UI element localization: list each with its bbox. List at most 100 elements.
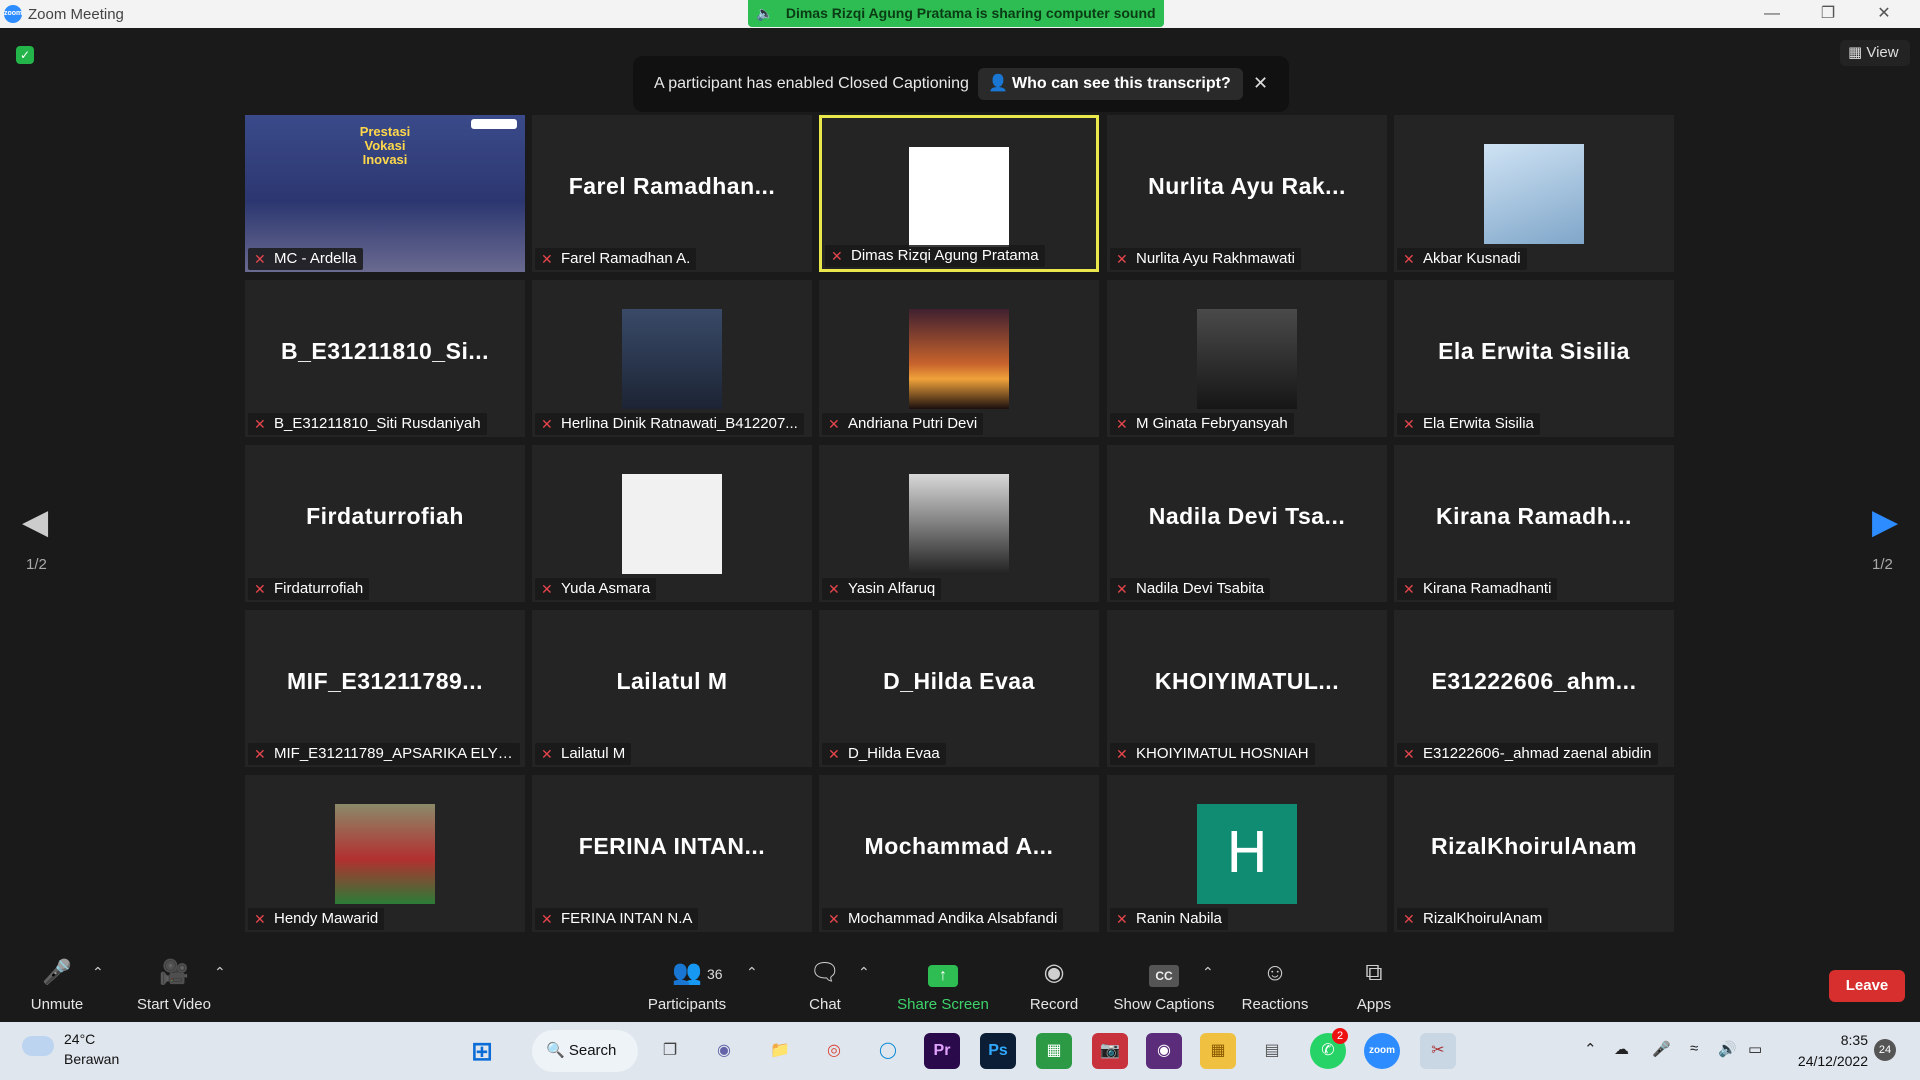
participant-name: Ranin Nabila (1136, 910, 1222, 927)
taskbar-search[interactable]: 🔍 Search (532, 1030, 638, 1072)
participant-tile[interactable]: ✕ Hendy Mawarid (245, 775, 525, 932)
yellow-app-icon[interactable]: ▦ (1200, 1033, 1236, 1069)
view-button[interactable]: ▦ View (1840, 40, 1910, 66)
participant-tile[interactable]: MIF_E31211789... ✕ MIF_E31211789_APSARIKA … (245, 610, 525, 767)
weather-widget[interactable]: 24°C Berawan (64, 1029, 119, 1069)
participant-tile[interactable]: ✕ Yuda Asmara (532, 445, 812, 602)
participant-name: Ela Erwita Sisilia (1423, 415, 1534, 432)
apps-button[interactable]: ⧉ Apps (1354, 958, 1394, 1013)
participant-tile[interactable]: Ela Erwita Sisilia ✕ Ela Erwita Sisilia (1394, 280, 1674, 437)
chat-button[interactable]: 🗨 Chat (800, 958, 850, 1013)
cloud-weather-icon[interactable] (22, 1036, 54, 1056)
participant-tile[interactable]: Nurlita Ayu Rak... ✕ Nurlita Ayu Rakhmawat… (1107, 115, 1387, 272)
participant-tile[interactable]: D_Hilda Evaa ✕ D_Hilda Evaa (819, 610, 1099, 767)
participant-name-label: ✕ Andriana Putri Devi (822, 413, 984, 435)
next-page-arrow-icon[interactable]: ▶ (1872, 502, 1898, 542)
participants-count: 36 (707, 966, 723, 982)
audio-options-chevron-icon[interactable]: ⌃ (92, 964, 104, 981)
participant-display-name: Lailatul M (616, 668, 728, 694)
participant-name: M Ginata Febryansyah (1136, 415, 1288, 432)
chat-chevron-icon[interactable]: ⌃ (858, 964, 870, 981)
participant-name-label: ✕ Herlina Dinik Ratnawati_B412207... (535, 413, 804, 435)
participant-name: Nurlita Ayu Rakhmawati (1136, 250, 1295, 267)
participants-label: Participants (647, 996, 727, 1013)
start-video-button[interactable]: 🎥 Start Video (132, 958, 216, 1013)
participant-display-name: E31222606_ahm... (1431, 668, 1637, 694)
participants-chevron-icon[interactable]: ⌃ (746, 964, 758, 981)
muted-microphone-icon: 🎤 (42, 959, 72, 986)
participant-tile[interactable]: Nadila Devi Tsa... ✕ Nadila Devi Tsabita (1107, 445, 1387, 602)
microphone-tray-icon[interactable]: 🎤 (1652, 1040, 1671, 1058)
caption-notice-message: A participant has enabled Closed Caption… (654, 75, 969, 92)
participant-tile[interactable]: Kirana Ramadh... ✕ Kirana Ramadhanti (1394, 445, 1674, 602)
chrome-icon[interactable]: ◎ (816, 1033, 852, 1069)
share-screen-button[interactable]: ↑ Share Screen (896, 958, 990, 1013)
battery-icon[interactable]: ▭ (1748, 1040, 1762, 1058)
participant-tile[interactable]: FERINA INTAN... ✕ FERINA INTAN N.A (532, 775, 812, 932)
camera-app-icon[interactable]: 📷 (1092, 1033, 1128, 1069)
file-explorer-icon[interactable]: 📁 (762, 1033, 798, 1069)
onedrive-cloud-icon[interactable]: ☁ (1614, 1040, 1629, 1058)
participant-tile[interactable]: Lailatul M ✕ Lailatul M (532, 610, 812, 767)
archive-app-icon[interactable]: ▤ (1254, 1033, 1290, 1069)
participant-name-label: ✕ MIF_E31211789_APSARIKA ELYSI... (248, 743, 520, 765)
video-options-chevron-icon[interactable]: ⌃ (214, 964, 226, 981)
participant-tile[interactable]: Mochammad A... ✕ Mochammad Andika Alsabfan… (819, 775, 1099, 932)
participant-avatar (622, 309, 722, 409)
notification-count-badge[interactable]: 24 (1874, 1039, 1896, 1061)
leave-button[interactable]: Leave (1829, 970, 1905, 1002)
task-view-icon[interactable]: ❐ (652, 1033, 688, 1069)
muted-mic-icon: ✕ (1116, 746, 1128, 762)
system-clock[interactable]: 8:35 24/12/2022 (1788, 1030, 1868, 1072)
computer-sound-banner[interactable]: 🔈 Dimas Rizqi Agung Pratama is sharing co… (748, 0, 1164, 27)
premiere-pro-icon[interactable]: Pr (924, 1033, 960, 1069)
participant-tile[interactable]: KHOIYIMATUL... ✕ KHOIYIMATUL HOSNIAH (1107, 610, 1387, 767)
windows-start-icon[interactable]: ⊞ (464, 1033, 500, 1069)
minimize-button[interactable]: — (1744, 0, 1800, 28)
participant-avatar: H (1197, 804, 1297, 904)
muted-mic-icon: ✕ (541, 746, 553, 762)
wifi-icon[interactable]: ≈ (1690, 1040, 1698, 1057)
show-captions-button[interactable]: CC Show Captions (1112, 958, 1216, 1013)
who-can-see-transcript-button[interactable]: 👤 Who can see this transcript? (978, 68, 1243, 100)
speaker-icon: 🔈 (756, 5, 774, 21)
security-shield-icon[interactable]: ✓ (16, 46, 34, 64)
teams-chat-icon[interactable]: ◉ (706, 1033, 742, 1069)
participant-name-label: ✕ Ela Erwita Sisilia (1397, 413, 1540, 435)
unmute-button[interactable]: 🎤 Unmute (24, 958, 90, 1013)
participant-tile[interactable]: B_E31211810_Si... ✕ B_E31211810_Siti Rusda… (245, 280, 525, 437)
smiley-plus-icon: ☺ (1262, 959, 1288, 986)
participant-tile[interactable]: Farel Ramadhan... ✕ Farel Ramadhan A. (532, 115, 812, 272)
zoom-taskbar-icon[interactable]: zoom (1364, 1033, 1400, 1069)
meeting-toolbar: 🎤 Unmute ⌃ 🎥 Start Video ⌃ 👥 Participant… (0, 946, 1920, 1022)
volume-icon[interactable]: 🔊 (1718, 1040, 1737, 1058)
photoshop-icon[interactable]: Ps (980, 1033, 1016, 1069)
participant-tile[interactable]: Prestasi Vokasi Inovasi ✕ MC - Ardella (245, 115, 525, 272)
purple-app-icon[interactable]: ◉ (1146, 1033, 1182, 1069)
show-hidden-icons-chevron-icon[interactable]: ⌃ (1584, 1040, 1597, 1058)
edge-icon[interactable]: ◯ (870, 1033, 906, 1069)
participant-tile[interactable]: Firdaturrofiah ✕ Firdaturrofiah (245, 445, 525, 602)
reactions-button[interactable]: ☺ Reactions (1240, 958, 1310, 1013)
restore-button[interactable]: ❐ (1800, 0, 1856, 28)
record-button[interactable]: ◉ Record (1026, 958, 1082, 1013)
participant-tile[interactable]: H ✕ Ranin Nabila (1107, 775, 1387, 932)
participant-name-label: ✕ M Ginata Febryansyah (1110, 413, 1294, 435)
previous-page-arrow-icon[interactable]: ◀ (22, 502, 48, 542)
spreadsheet-app-icon[interactable]: ▦ (1036, 1033, 1072, 1069)
participant-tile[interactable]: ✕ Akbar Kusnadi (1394, 115, 1674, 272)
close-window-button[interactable]: ✕ (1856, 0, 1912, 28)
snipping-tool-icon[interactable]: ✂ (1420, 1033, 1456, 1069)
captions-chevron-icon[interactable]: ⌃ (1202, 964, 1214, 981)
participant-tile[interactable]: ✕ M Ginata Febryansyah (1107, 280, 1387, 437)
participant-name: Andriana Putri Devi (848, 415, 978, 432)
participant-tile[interactable]: ✕ Andriana Putri Devi (819, 280, 1099, 437)
shared-screen-title: Prestasi Vokasi Inovasi (245, 125, 525, 167)
participant-tile[interactable]: ✕ Dimas Rizqi Agung Pratama (819, 115, 1099, 272)
participant-tile[interactable]: ✕ Yasin Alfaruq (819, 445, 1099, 602)
close-notice-icon[interactable]: ✕ (1253, 73, 1268, 94)
participant-tile[interactable]: E31222606_ahm... ✕ E31222606-_ahmad zaenal… (1394, 610, 1674, 767)
shared-screen-logo (471, 119, 517, 129)
participant-tile[interactable]: RizalKhoirulAnam ✕ RizalKhoirulAnam (1394, 775, 1674, 932)
participant-tile[interactable]: ✕ Herlina Dinik Ratnawati_B412207... (532, 280, 812, 437)
